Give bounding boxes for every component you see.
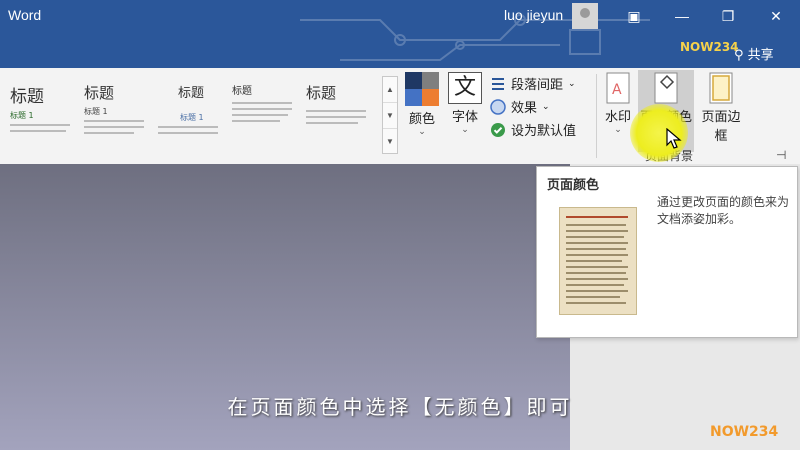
effects-label: 效果 <box>511 101 538 116</box>
style-thumb-text-line <box>232 102 292 104</box>
tooltip-preview-image <box>559 207 637 315</box>
gallery-scroll-up-icon[interactable]: ▲ <box>383 77 397 103</box>
fonts-icon: 文 <box>448 72 482 104</box>
style-thumb-text-line <box>232 114 288 116</box>
colors-palette-icon <box>405 72 439 106</box>
gallery-scroll-control[interactable]: ▲ ▼ ▼ <box>382 76 398 154</box>
style-set-thumb-5[interactable]: 标题 <box>300 76 372 156</box>
chevron-down-icon: ⌄ <box>461 125 469 135</box>
paragraph-spacing-button[interactable]: 段落间距 ⌄ <box>490 72 590 95</box>
style-thumb-text-line <box>158 132 218 134</box>
style-thumb-text-line <box>10 130 66 132</box>
style-thumb-title: 标题 <box>306 84 337 102</box>
style-thumb-subtitle: 标题 1 <box>180 113 204 122</box>
ribbon-display-options-button[interactable]: ▣ <box>622 6 646 26</box>
gallery-scroll-down-icon[interactable]: ▼ <box>383 103 397 129</box>
style-thumb-title: 标题 <box>84 84 115 102</box>
share-button[interactable]: ⚲ 共享 <box>734 44 774 63</box>
style-thumb-text-line <box>84 120 144 122</box>
page-borders-label: 页面边框 <box>701 110 741 144</box>
pin-ribbon-icon[interactable]: ⊣ <box>776 148 786 162</box>
checkmark-icon <box>491 122 505 137</box>
chevron-down-icon: ⌄ <box>568 78 576 89</box>
style-thumb-text-line <box>306 110 366 112</box>
style-thumb-subtitle: 标题 1 <box>10 111 34 120</box>
minimize-button[interactable]: — <box>670 6 694 26</box>
corner-watermark-logo: NOW234 <box>710 424 779 440</box>
effects-button[interactable]: 效果 ⌄ <box>490 95 590 118</box>
style-thumb-text-line <box>306 122 358 124</box>
colors-button[interactable]: 颜色 ⌄ <box>402 72 442 137</box>
ribbon-separator <box>596 74 597 158</box>
share-label: 共享 <box>747 48 774 63</box>
style-thumb-subtitle: 标题 1 <box>84 107 108 116</box>
style-set-thumb-1[interactable]: 标题 标题 1 <box>4 76 76 156</box>
tooltip-title: 页面颜色 <box>547 178 600 193</box>
design-options-list: 段落间距 ⌄ 效果 ⌄ 设为默认值 <box>490 72 590 141</box>
share-icon: ⚲ <box>734 48 744 63</box>
user-name[interactable]: luo jieyun <box>504 7 563 23</box>
style-thumb-text-line <box>232 120 280 122</box>
restore-button[interactable]: ❐ <box>716 6 740 26</box>
watermark-icon: A <box>606 72 630 104</box>
page-color-tooltip: 页面颜色 通过更改页面的颜色来为文档添姿加彩。 <box>536 166 798 338</box>
paragraph-spacing-icon <box>492 77 504 90</box>
style-thumb-text-line <box>306 116 366 118</box>
tooltip-description: 通过更改页面的颜色来为文档添姿加彩。 <box>657 195 790 226</box>
gallery-more-icon[interactable]: ▼ <box>383 129 397 154</box>
style-set-thumb-2[interactable]: 标题 标题 1 <box>78 76 150 156</box>
style-set-thumb-3[interactable]: 标题 标题 1 <box>152 76 224 156</box>
set-as-default-button[interactable]: 设为默认值 <box>490 118 590 141</box>
title-bar: Word luo jieyun ▣ — ❐ ✕ NOW234 ⚲ 共享 <box>0 0 800 68</box>
page-borders-button[interactable]: 页面边框 <box>696 72 746 144</box>
style-set-thumb-4[interactable]: 标题 <box>226 76 298 156</box>
brand-logo: NOW234 <box>680 40 739 54</box>
style-thumb-title: 标题 <box>232 86 252 97</box>
chevron-down-icon: ⌄ <box>542 101 550 112</box>
style-thumb-text-line <box>232 108 292 110</box>
fonts-label: 字体 <box>451 110 478 125</box>
style-thumb-title: 标题 <box>10 87 44 107</box>
set-as-default-label: 设为默认值 <box>511 124 577 139</box>
effects-icon <box>490 98 506 115</box>
chevron-down-icon: ⌄ <box>418 127 426 137</box>
mouse-pointer-icon <box>666 128 682 149</box>
colors-label: 颜色 <box>408 112 435 127</box>
close-button[interactable]: ✕ <box>764 6 788 26</box>
style-thumb-text-line <box>84 132 134 134</box>
svg-text:A: A <box>612 82 622 98</box>
style-thumb-text-line <box>158 126 218 128</box>
app-title: Word <box>8 7 42 23</box>
style-set-gallery: 标题 标题 1 标题 标题 1 标题 标题 1 标题 标题 <box>0 74 380 158</box>
page-borders-icon <box>709 72 733 104</box>
style-thumb-title: 标题 <box>178 86 205 101</box>
user-avatar[interactable] <box>572 3 598 29</box>
style-thumb-text-line <box>84 126 144 128</box>
fonts-button[interactable]: 文 字体 ⌄ <box>446 72 484 135</box>
paragraph-spacing-label: 段落间距 <box>511 78 564 93</box>
style-thumb-text-line <box>10 124 70 126</box>
video-subtitle: 在页面颜色中选择【无颜色】即可 <box>227 395 573 419</box>
watermark-label: 水印 <box>604 110 631 125</box>
paint-bucket-icon <box>654 72 678 104</box>
